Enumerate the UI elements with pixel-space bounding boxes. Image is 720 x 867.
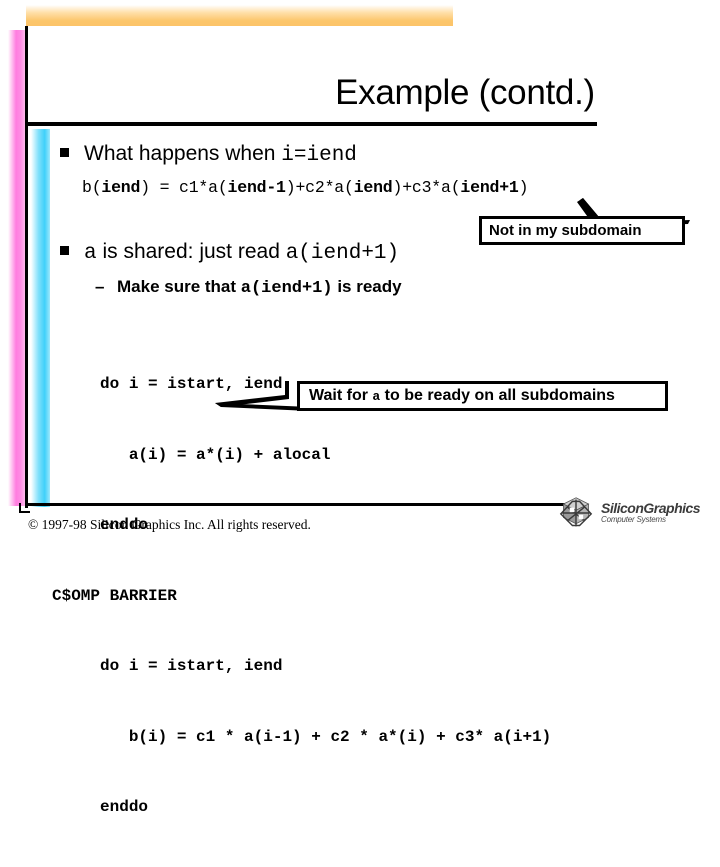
callout-1-text: Not in my subdomain [489,222,642,239]
sub-bullet-before: Make sure that [117,277,241,296]
sub-bullet-text: Make sure that a(iend+1) is ready [117,277,402,298]
code-line-6: b(i) = c1 * a(i-1) + c2 * a*(i) + c3* a(… [52,727,552,746]
callout-2-pointer-icon [215,381,310,411]
callout-2-after: to be ready on all subdomains [380,387,615,404]
bullet-item-1: What happens when i=iend [60,142,357,167]
sgi-cube-logo-icon [559,497,593,527]
equation-p1: iend [101,178,141,197]
slide-canvas: Example (contd.) What happens when i=ien… [0,0,720,816]
title-underline-rule [28,122,597,126]
equation-p6: )+c3*a( [392,178,461,197]
callout-wait-for-a: Wait for a to be ready on all subdomains [297,381,668,411]
sgi-logo: SiliconGraphics Computer Systems [558,493,703,533]
page-title: Example (contd.) [335,73,595,112]
sgi-logo-text: SiliconGraphics Computer Systems [601,500,701,525]
sgi-logo-subtitle: Computer Systems [601,515,666,525]
equation-p5: iend [353,178,393,197]
callout-2-before: Wait for [309,387,373,404]
square-bullet-icon [60,246,69,255]
footer-rule [28,503,573,506]
pink-accent-bar [8,30,26,506]
dash-bullet-icon: – [95,277,105,296]
equation-line: b(iend) = c1*a(iend-1)+c2*a(iend)+c3*a(i… [82,178,529,197]
bullet-2-text: a is shared: just read a(iend+1) [84,240,399,265]
bullet-1-text-mono: i=iend [281,144,357,167]
equation-p7: iend+1 [460,178,519,197]
cyan-accent-bar [31,129,50,507]
sub-bullet-item: – Make sure that a(iend+1) is ready [95,277,402,298]
equation-p8: ) [518,178,529,197]
bullet-1-text-plain: What happens when [84,142,282,165]
square-bullet-icon [60,148,69,157]
sub-bullet-after: is ready [332,277,402,296]
code-line-5: do i = istart, iend [52,657,283,675]
callout-2-text: Wait for a to be ready on all subdomains [309,387,615,405]
bullet-2-text-mono: a(iend+1) [285,242,400,265]
equation-p2: ) = c1*a( [140,178,228,197]
left-vertical-rule [25,26,28,508]
code-line-7: enddo [52,798,149,816]
equation-p0: b( [82,178,102,197]
bullet-item-2: a is shared: just read a(iend+1) [60,240,399,265]
code-line-4: C$OMP BARRIER [52,586,177,605]
copyright-text: © 1997-98 Silicon Graphics Inc. All righ… [28,517,311,532]
bullet-2-text-plain: is shared: just read [96,240,286,263]
sgi-logo-name: SiliconGraphics [601,500,701,517]
equation-p4: )+c2*a( [285,178,354,197]
equation-p3: iend-1 [227,178,286,197]
callout-not-in-my-subdomain: Not in my subdomain [479,216,685,245]
code-line-2: a(i) = a*(i) + alocal [52,445,331,464]
bullet-2-mono-lead: a [84,242,97,265]
sub-bullet-mono: a(iend+1) [240,279,333,298]
orange-accent-bar [26,5,453,26]
bullet-1-text: What happens when i=iend [84,142,357,167]
